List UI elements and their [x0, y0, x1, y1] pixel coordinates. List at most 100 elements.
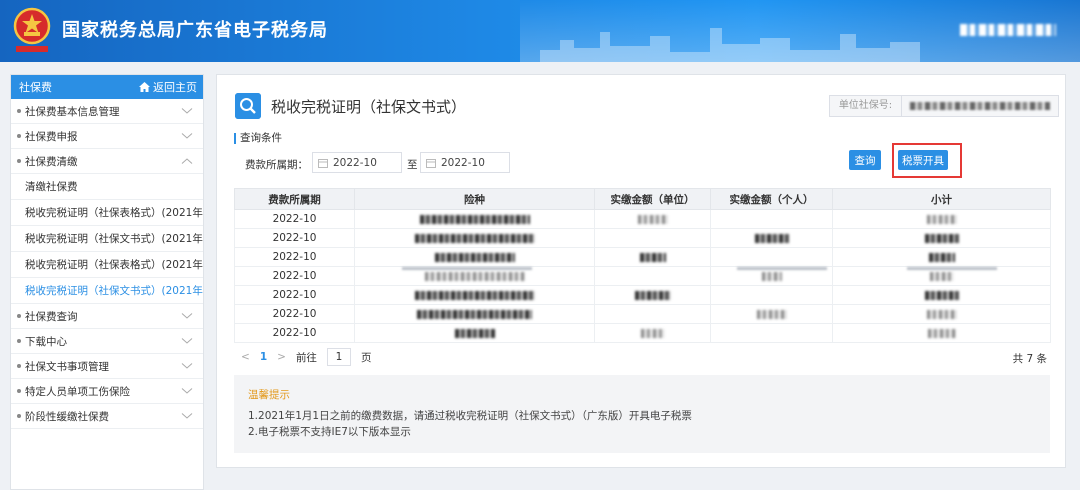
period-cell: 2022-10	[234, 209, 355, 229]
date-from-input[interactable]: 2022-10	[312, 152, 402, 173]
chevron-down-icon	[181, 363, 193, 369]
calendar-icon	[318, 158, 328, 168]
table-row[interactable]: 2022-10	[234, 285, 1051, 305]
user-info-redacted[interactable]	[960, 24, 1056, 36]
next-page-button[interactable]: >	[277, 351, 286, 363]
subtotal-redacted	[832, 228, 1051, 248]
redaction-smear	[907, 267, 997, 270]
query-section-label: 查询条件	[234, 133, 282, 144]
results-table: 费款所属期 险种 实缴金额（单位） 实缴金额（个人） 小计 2022-10 20…	[234, 188, 1051, 343]
sidebar-title: 社保费	[19, 81, 52, 94]
unit-value-redacted	[910, 102, 1050, 110]
sidebar-item-query[interactable]: 社保费查询	[11, 304, 203, 329]
insurance-cell-redacted	[354, 247, 595, 267]
sidebar-item-deferral[interactable]: 阶段性缓缴社保费	[11, 404, 203, 429]
date-to-value: 2022-10	[441, 156, 485, 169]
sidebar-item-label: 下载中心	[25, 335, 67, 348]
sidebar-item-label: 社保文书事项管理	[25, 360, 109, 373]
period-cell: 2022-10	[234, 285, 355, 305]
chevron-down-icon	[181, 108, 193, 114]
unit-social-security-field: 单位社保号:	[829, 95, 1059, 117]
redaction-smear	[737, 267, 827, 270]
site-title: 国家税务总局广东省电子税务局	[62, 20, 328, 41]
pagination: < 1 > 前往 1 页	[241, 348, 371, 366]
home-link-label: 返回主页	[153, 81, 197, 94]
col-header-subtotal: 小计	[832, 188, 1051, 210]
sidebar-subitem-table-pre2021[interactable]: 税收完税证明（社保表格式）(2021年以前	[11, 200, 203, 226]
chevron-down-icon	[181, 413, 193, 419]
total-count: 共 7 条	[1012, 353, 1047, 365]
subtotal-redacted	[832, 209, 1051, 229]
unit-amount-redacted	[594, 285, 711, 305]
table-row[interactable]: 2022-10	[234, 209, 1051, 229]
notice-line: 2.电子税票不支持IE7以下版本显示	[248, 426, 411, 438]
sidebar-item-basic-info[interactable]: 社保费基本信息管理	[11, 99, 203, 124]
period-cell: 2022-10	[234, 266, 355, 286]
insurance-cell-redacted	[354, 304, 595, 324]
col-header-unit-amount: 实缴金额（单位）	[594, 188, 711, 210]
sidebar-item-label: 社保费申报	[25, 130, 78, 143]
insurance-cell-redacted	[354, 285, 595, 305]
insurance-cell-redacted	[354, 228, 595, 248]
table-row[interactable]: 2022-10	[234, 323, 1051, 343]
col-header-insurance-type: 险种	[354, 188, 595, 210]
subtotal-redacted	[832, 304, 1051, 324]
sidebar-header: 社保费 返回主页	[11, 75, 203, 99]
table-row[interactable]: 2022-10	[234, 304, 1051, 324]
prev-page-button[interactable]: <	[241, 351, 250, 363]
skyline-decoration	[540, 28, 920, 62]
col-header-personal-amount: 实缴金额（个人）	[710, 188, 833, 210]
col-header-period: 费款所属期	[234, 188, 355, 210]
period-cell: 2022-10	[234, 323, 355, 343]
bullet-icon	[17, 109, 21, 113]
sidebar-subitem-doc-2021[interactable]: 税收完税证明（社保文书式）(2021年及以	[11, 278, 203, 304]
unit-amount-redacted	[594, 323, 711, 343]
sidebar: 社保费 返回主页 社保费基本信息管理 社保费申报 社保费清缴 清缴社保费 税收完…	[10, 74, 204, 490]
issue-button-highlight	[892, 143, 962, 178]
subtotal-redacted	[832, 323, 1051, 343]
home-link[interactable]: 返回主页	[139, 79, 197, 95]
bullet-icon	[17, 134, 21, 138]
sidebar-item-download[interactable]: 下载中心	[11, 329, 203, 354]
personal-amount-cell	[710, 247, 833, 267]
sidebar-item-documents[interactable]: 社保文书事项管理	[11, 354, 203, 379]
top-header: 国家税务总局广东省电子税务局	[0, 0, 1080, 62]
sidebar-subitem-table-2021[interactable]: 税收完税证明（社保表格式）(2021年及以	[11, 252, 203, 278]
sidebar-item-label: 社保费查询	[25, 310, 78, 323]
page-unit-label: 页	[360, 351, 372, 364]
unit-amount-redacted	[594, 247, 711, 267]
sidebar-item-declaration[interactable]: 社保费申报	[11, 124, 203, 149]
notice-box: 温馨提示 1.2021年1月1日之前的缴费数据，请通过税收完税证明（社保文书式）…	[234, 375, 1050, 453]
table-row[interactable]: 2022-10	[234, 228, 1051, 248]
notice-line: 1.2021年1月1日之前的缴费数据，请通过税收完税证明（社保文书式）（广东版）…	[248, 410, 692, 422]
personal-amount-redacted	[710, 228, 833, 248]
goto-page-input[interactable]: 1	[326, 348, 351, 366]
calendar-icon	[426, 158, 436, 168]
unit-label: 单位社保号:	[830, 96, 902, 116]
personal-amount-cell	[710, 323, 833, 343]
bullet-icon	[17, 314, 21, 318]
sidebar-item-injury-insurance[interactable]: 特定人员单项工伤保险	[11, 379, 203, 404]
insurance-cell-redacted	[354, 323, 595, 343]
chevron-up-icon	[181, 158, 193, 164]
date-to-input[interactable]: 2022-10	[420, 152, 510, 173]
bullet-icon	[17, 159, 21, 163]
sidebar-subitem-doc-pre2021[interactable]: 税收完税证明（社保文书式）(2021年以前	[11, 226, 203, 252]
page-number-current[interactable]: 1	[260, 351, 267, 363]
table-row[interactable]: 2022-10	[234, 247, 1051, 267]
sidebar-subitem-pay[interactable]: 清缴社保费	[11, 174, 203, 200]
page-title: 税收完税证明（社保文书式）	[271, 98, 467, 116]
national-emblem-icon	[13, 7, 51, 52]
sidebar-item-payment[interactable]: 社保费清缴	[11, 149, 203, 174]
bullet-icon	[17, 414, 21, 418]
chevron-down-icon	[181, 133, 193, 139]
personal-amount-cell	[710, 285, 833, 305]
unit-amount-cell	[594, 228, 711, 248]
sidebar-item-label: 社保费清缴	[25, 155, 78, 168]
goto-label: 前往	[295, 351, 317, 364]
unit-amount-cell	[594, 304, 711, 324]
unit-amount-cell	[594, 266, 711, 286]
query-button[interactable]: 查询	[849, 150, 881, 170]
home-icon	[139, 82, 150, 92]
bullet-icon	[17, 339, 21, 343]
